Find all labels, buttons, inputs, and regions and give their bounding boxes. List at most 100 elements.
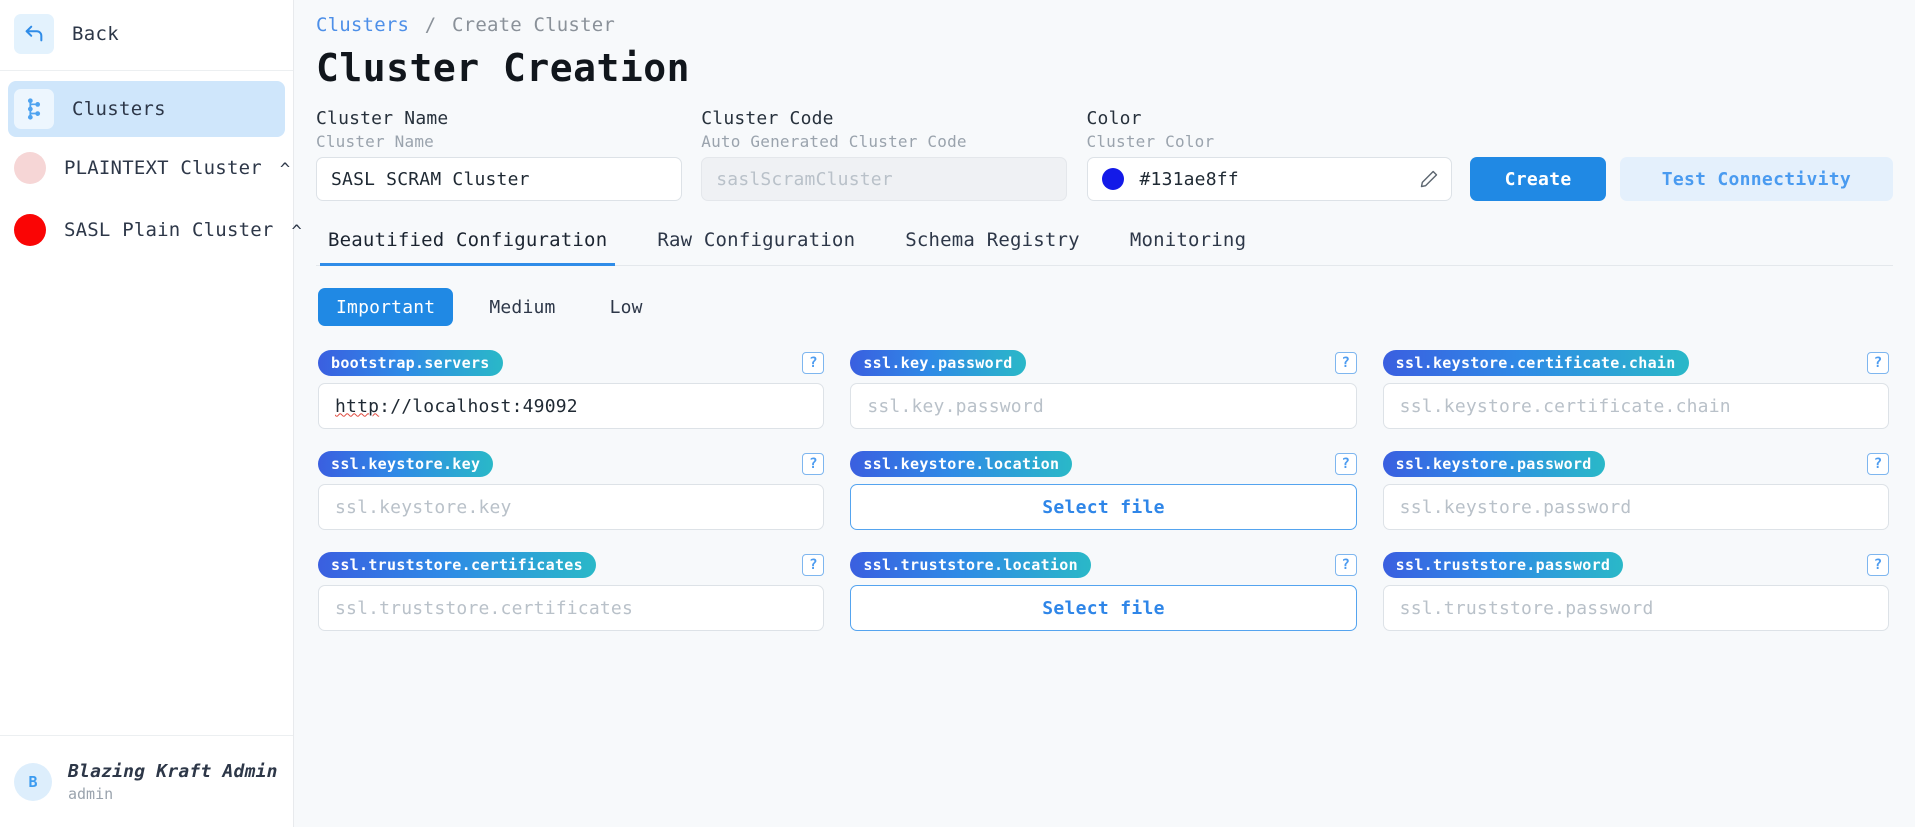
back-button[interactable]: Back bbox=[0, 8, 293, 60]
user-profile[interactable]: B Blazing Kraft Admin admin bbox=[0, 735, 293, 827]
config-field-ssl-truststore-location: ssl.truststore.location ? Select file bbox=[850, 552, 1357, 631]
chevron-up-icon[interactable]: ^ bbox=[280, 161, 290, 179]
config-field-ssl-truststore-certificates: ssl.truststore.certificates ? bbox=[318, 552, 825, 631]
help-icon[interactable]: ? bbox=[802, 352, 825, 374]
help-icon[interactable]: ? bbox=[802, 554, 825, 576]
config-header: ssl.keystore.certificate.chain ? bbox=[1382, 350, 1889, 376]
config-key-chip: ssl.truststore.password bbox=[1382, 552, 1624, 578]
cluster-name-field: Cluster Name Cluster Name bbox=[316, 108, 682, 201]
config-input-ssl-key-password[interactable] bbox=[850, 383, 1357, 429]
config-input-bootstrap-servers[interactable]: http://localhost:49092 bbox=[318, 383, 825, 429]
cluster-color-dot bbox=[14, 152, 46, 184]
user-info: Blazing Kraft Admin admin bbox=[68, 761, 278, 803]
config-header: ssl.truststore.password ? bbox=[1382, 552, 1889, 578]
sidebar: Back Clusters PLAINTEXT Cluster ^ SASL P… bbox=[0, 0, 302, 827]
level-filter-low[interactable]: Low bbox=[592, 288, 661, 326]
config-key-chip: ssl.truststore.location bbox=[850, 552, 1091, 578]
pencil-icon[interactable] bbox=[1419, 169, 1439, 189]
back-arrow-icon bbox=[14, 14, 54, 54]
config-field-ssl-keystore-password: ssl.keystore.password ? bbox=[1382, 451, 1889, 530]
level-filter-group: Important Medium Low bbox=[316, 288, 1893, 326]
tab-schema-registry[interactable]: Schema Registry bbox=[897, 223, 1088, 266]
back-label: Back bbox=[72, 23, 119, 45]
config-key-chip: ssl.keystore.certificate.chain bbox=[1382, 350, 1689, 376]
cluster-code-input bbox=[701, 157, 1068, 201]
config-header: bootstrap.servers ? bbox=[318, 350, 825, 376]
config-key-chip: ssl.keystore.location bbox=[850, 451, 1073, 477]
tab-raw-configuration[interactable]: Raw Configuration bbox=[649, 223, 863, 266]
config-header: ssl.keystore.key ? bbox=[318, 451, 825, 477]
config-grid: bootstrap.servers ? http://localhost:490… bbox=[316, 350, 1893, 631]
sidebar-cluster-sasl-plain[interactable]: SASL Plain Cluster ^ bbox=[0, 199, 302, 261]
config-field-ssl-truststore-password: ssl.truststore.password ? bbox=[1382, 552, 1889, 631]
cluster-name-input[interactable] bbox=[316, 157, 682, 201]
config-value-rest: ://localhost:49092 bbox=[379, 395, 578, 417]
tab-monitoring[interactable]: Monitoring bbox=[1122, 223, 1254, 266]
sidebar-item-clusters[interactable]: Clusters bbox=[8, 81, 285, 137]
sidebar-cluster-sasl-plain-label: SASL Plain Cluster bbox=[64, 219, 274, 241]
cluster-color-input[interactable]: #131ae8ff bbox=[1086, 157, 1453, 201]
cluster-name-title: Cluster Name bbox=[316, 108, 449, 129]
config-field-bootstrap-servers: bootstrap.servers ? http://localhost:490… bbox=[318, 350, 825, 429]
breadcrumb: Clusters / Create Cluster bbox=[316, 10, 1893, 38]
config-key-chip: ssl.key.password bbox=[850, 350, 1026, 376]
help-icon[interactable]: ? bbox=[1867, 554, 1889, 576]
user-role: admin bbox=[68, 784, 114, 803]
config-key-chip: ssl.keystore.password bbox=[1382, 451, 1605, 477]
sidebar-cluster-plaintext-label: PLAINTEXT Cluster bbox=[64, 157, 262, 179]
config-input-ssl-truststore-certificates[interactable] bbox=[318, 585, 825, 631]
config-header: ssl.keystore.location ? bbox=[850, 451, 1357, 477]
cluster-code-subtitle: Auto Generated Cluster Code bbox=[701, 132, 967, 151]
config-key-chip: bootstrap.servers bbox=[318, 350, 503, 376]
config-input-ssl-keystore-key[interactable] bbox=[318, 484, 825, 530]
sidebar-top: Back bbox=[0, 0, 293, 71]
help-icon[interactable]: ? bbox=[1334, 554, 1357, 576]
sidebar-cluster-plaintext[interactable]: PLAINTEXT Cluster ^ bbox=[0, 137, 293, 199]
cluster-color-subtitle: Cluster Color bbox=[1086, 132, 1215, 151]
cluster-form-row: Cluster Name Cluster Name Cluster Code A… bbox=[316, 108, 1893, 201]
help-icon[interactable]: ? bbox=[1334, 352, 1357, 374]
config-tabs: Beautified Configuration Raw Configurati… bbox=[316, 223, 1893, 266]
help-icon[interactable]: ? bbox=[1334, 453, 1357, 475]
color-value: #131ae8ff bbox=[1139, 168, 1239, 190]
config-header: ssl.truststore.location ? bbox=[850, 552, 1357, 578]
kafka-cluster-icon bbox=[14, 89, 54, 129]
cluster-color-title: Color bbox=[1086, 108, 1142, 129]
config-field-ssl-keystore-location: ssl.keystore.location ? Select file bbox=[850, 451, 1357, 530]
config-field-ssl-key-password: ssl.key.password ? bbox=[850, 350, 1357, 429]
select-file-button-truststore[interactable]: Select file bbox=[850, 585, 1357, 631]
sidebar-nav: Clusters PLAINTEXT Cluster ^ SASL Plain … bbox=[0, 71, 302, 735]
config-key-chip: ssl.truststore.certificates bbox=[318, 552, 596, 578]
select-file-button-keystore[interactable]: Select file bbox=[850, 484, 1357, 530]
config-field-ssl-keystore-certificate-chain: ssl.keystore.certificate.chain ? bbox=[1382, 350, 1889, 429]
breadcrumb-current: Create Cluster bbox=[452, 14, 615, 36]
chevron-up-icon[interactable]: ^ bbox=[292, 223, 302, 241]
breadcrumb-separator: / bbox=[424, 14, 437, 36]
avatar: B bbox=[14, 762, 52, 801]
config-header: ssl.truststore.certificates ? bbox=[318, 552, 825, 578]
level-filter-important[interactable]: Important bbox=[318, 288, 454, 326]
config-key-chip: ssl.keystore.key bbox=[318, 451, 494, 477]
create-button[interactable]: Create bbox=[1469, 157, 1607, 201]
test-connectivity-button[interactable]: Test Connectivity bbox=[1619, 157, 1893, 201]
cluster-code-title: Cluster Code bbox=[701, 108, 834, 129]
cluster-name-subtitle: Cluster Name bbox=[316, 132, 434, 151]
config-input-ssl-keystore-password[interactable] bbox=[1382, 484, 1889, 530]
cluster-code-field: Cluster Code Auto Generated Cluster Code bbox=[701, 108, 1068, 201]
tab-beautified-configuration[interactable]: Beautified Configuration bbox=[320, 223, 616, 266]
help-icon[interactable]: ? bbox=[1867, 352, 1889, 374]
config-input-ssl-truststore-password[interactable] bbox=[1382, 585, 1889, 631]
config-input-ssl-keystore-certificate-chain[interactable] bbox=[1382, 383, 1889, 429]
help-icon[interactable]: ? bbox=[1867, 453, 1889, 475]
level-filter-medium[interactable]: Medium bbox=[471, 288, 573, 326]
help-icon[interactable]: ? bbox=[802, 453, 825, 475]
config-header: ssl.key.password ? bbox=[850, 350, 1357, 376]
color-swatch bbox=[1101, 168, 1124, 190]
app-root: Back Clusters PLAINTEXT Cluster ^ SASL P… bbox=[0, 0, 1915, 827]
page-title: Cluster Creation bbox=[316, 46, 691, 90]
cluster-color-dot bbox=[14, 214, 46, 246]
config-field-ssl-keystore-key: ssl.keystore.key ? bbox=[318, 451, 825, 530]
sidebar-item-clusters-label: Clusters bbox=[72, 98, 166, 120]
breadcrumb-clusters-link[interactable]: Clusters bbox=[316, 14, 409, 36]
main-content: Clusters / Create Cluster Cluster Creati… bbox=[294, 0, 1915, 827]
